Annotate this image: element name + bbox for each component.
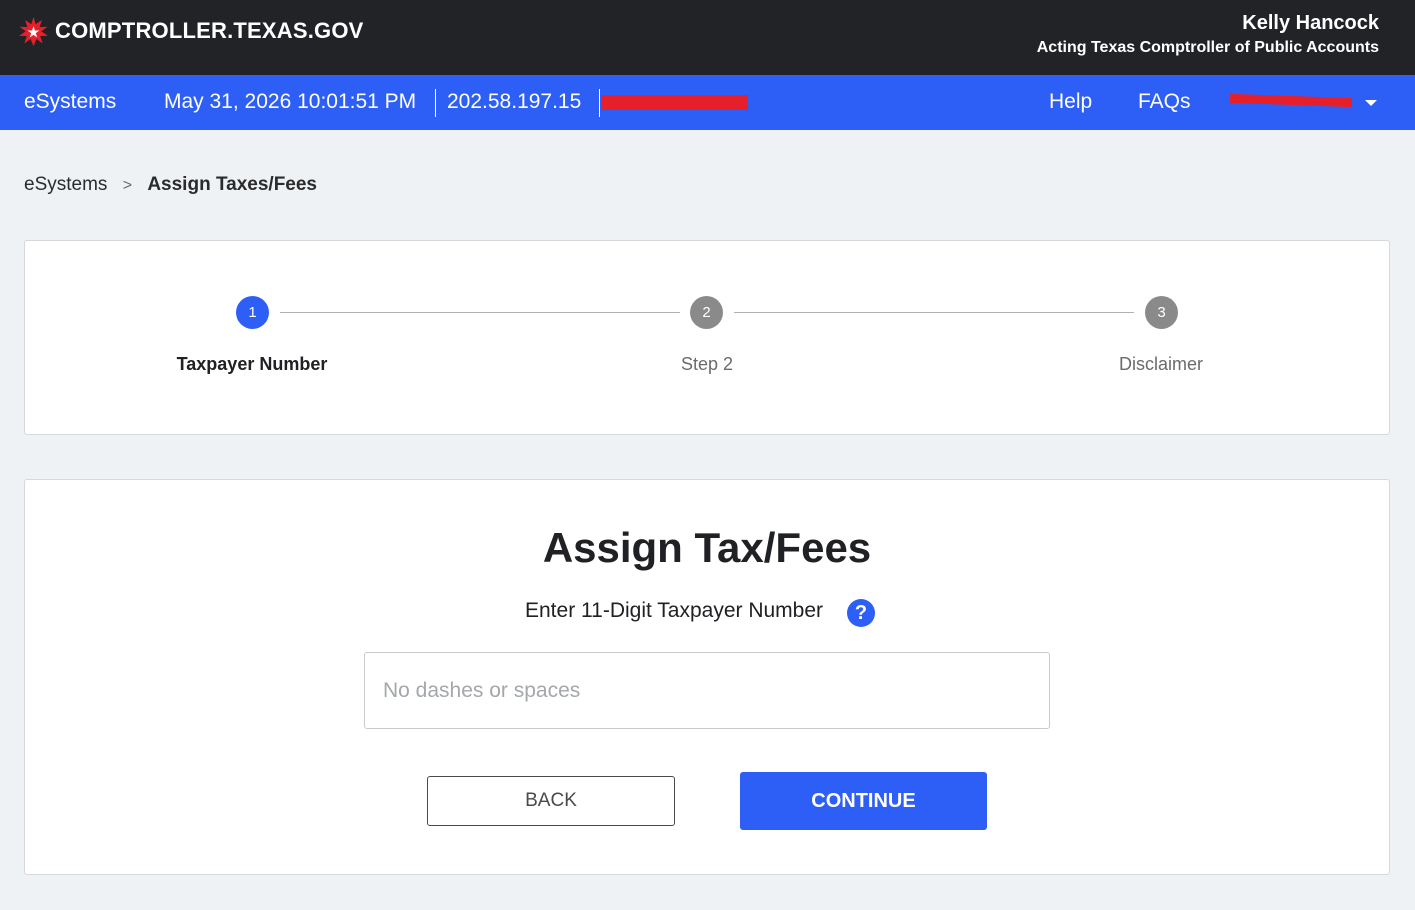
step-3-indicator: 3 xyxy=(1145,296,1178,329)
back-button[interactable]: BACK xyxy=(427,776,675,826)
taxpayer-number-input[interactable] xyxy=(364,652,1050,729)
continue-button[interactable]: CONTINUE xyxy=(740,772,987,830)
step-connector xyxy=(734,312,1134,313)
top-header: COMPTROLLER.TEXAS.GOV Kelly Hancock Acti… xyxy=(0,0,1415,75)
step-2-label: Step 2 xyxy=(680,354,734,374)
step-1-label: Taxpayer Number xyxy=(176,354,328,374)
step-connector xyxy=(280,312,680,313)
nav-divider xyxy=(435,89,436,117)
breadcrumb: eSystems > Assign Taxes/Fees xyxy=(24,174,317,196)
breadcrumb-esystems-link[interactable]: eSystems xyxy=(24,174,107,195)
redaction-bar xyxy=(1229,93,1353,108)
star-seal-icon[interactable] xyxy=(18,17,49,48)
page-title: Assign Tax/Fees xyxy=(542,524,872,571)
nav-help-link[interactable]: Help xyxy=(1049,90,1092,114)
nav-bar: eSystems May 31, 2026 10:01:51 PM 202.58… xyxy=(0,75,1415,130)
official-block: Kelly Hancock Acting Texas Comptroller o… xyxy=(1037,10,1379,60)
nav-brand-esystems[interactable]: eSystems xyxy=(24,90,116,114)
taxpayer-number-label: Enter 11-Digit Taxpayer Number xyxy=(525,599,824,622)
chevron-down-icon[interactable] xyxy=(1365,100,1377,106)
user-menu[interactable] xyxy=(1229,90,1360,118)
step-1-indicator: 1 xyxy=(236,296,269,329)
step-3-label: Disclaimer xyxy=(1118,354,1203,374)
official-name: Kelly Hancock xyxy=(1242,12,1379,34)
breadcrumb-current: Assign Taxes/Fees xyxy=(147,174,318,195)
step-2-indicator: 2 xyxy=(690,296,723,329)
nav-divider xyxy=(599,89,600,117)
redaction-bar xyxy=(601,95,748,110)
breadcrumb-separator: > xyxy=(122,177,133,194)
nav-ip-address: 202.58.197.15 xyxy=(447,90,582,113)
stepper-card xyxy=(24,240,1390,435)
question-icon[interactable]: ? xyxy=(847,599,875,627)
nav-datetime: May 31, 2026 10:01:51 PM xyxy=(164,90,417,113)
nav-faqs-link[interactable]: FAQs xyxy=(1138,90,1191,114)
official-title: Acting Texas Comptroller of Public Accou… xyxy=(1036,39,1379,56)
site-name-link[interactable]: COMPTROLLER.TEXAS.GOV xyxy=(55,18,364,44)
